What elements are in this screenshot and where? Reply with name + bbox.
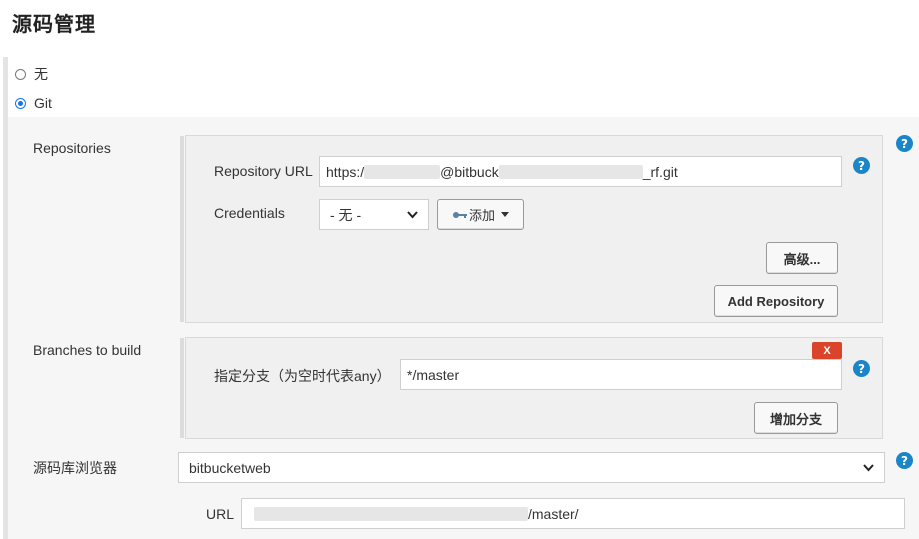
key-icon (452, 211, 467, 218)
redacted-segment (254, 506, 528, 521)
branch-specifier-input[interactable]: */master (400, 359, 842, 390)
add-credentials-label: 添加 (468, 208, 495, 223)
chevron-down-icon (407, 210, 418, 218)
repository-browser-value: bitbucketweb (189, 459, 271, 476)
repository-browser-select[interactable]: bitbucketweb (178, 452, 885, 483)
repository-url-middle: @bitbuck (440, 163, 499, 180)
repository-browser-label: 源码库浏览器 (33, 460, 117, 476)
section-title: 源码管理 (12, 12, 96, 36)
browser-url-suffix: /master/ (528, 505, 579, 522)
branch-specifier-label: 指定分支（为空时代表any） (214, 368, 391, 384)
branches-label: Branches to build (33, 342, 142, 358)
scm-option-none[interactable]: 无 (15, 64, 48, 84)
caret-down-icon (501, 212, 509, 217)
repository-url-input[interactable]: https:/ @bitbuck _rf.git (319, 156, 842, 187)
add-branch-button[interactable]: 增加分支 (754, 402, 838, 434)
credentials-value: - 无 - (330, 206, 362, 223)
redacted-segment (498, 164, 643, 179)
scm-option-git-label: Git (34, 95, 52, 111)
radio-git[interactable] (15, 97, 26, 109)
scm-option-git[interactable]: Git (15, 95, 52, 111)
add-repository-button[interactable]: Add Repository (714, 285, 838, 317)
repositories-help-icon[interactable]: ? (896, 135, 913, 152)
repository-url-label: Repository URL (214, 163, 313, 179)
repositories-label: Repositories (33, 140, 111, 156)
add-credentials-button[interactable]: 添加 (437, 199, 524, 230)
delete-branch-button[interactable]: X (812, 342, 842, 359)
credentials-select[interactable]: - 无 - (319, 199, 429, 230)
chevron-down-icon (863, 463, 874, 471)
repository-url-help-icon[interactable]: ? (853, 157, 870, 174)
repository-browser-help-icon[interactable]: ? (896, 452, 913, 469)
advanced-button[interactable]: 高级... (766, 242, 838, 274)
radio-none[interactable] (15, 68, 26, 80)
browser-url-label: URL (206, 506, 235, 522)
browser-url-input[interactable]: /master/ (241, 498, 905, 529)
scm-option-none-label: 无 (34, 66, 48, 82)
repository-url-prefix: https:/ (326, 163, 365, 180)
branch-specifier-value: */master (407, 366, 460, 383)
branch-specifier-help-icon[interactable]: ? (853, 360, 870, 377)
redacted-segment (364, 164, 441, 179)
credentials-label: Credentials (214, 205, 285, 221)
repository-url-suffix: _rf.git (642, 163, 678, 180)
